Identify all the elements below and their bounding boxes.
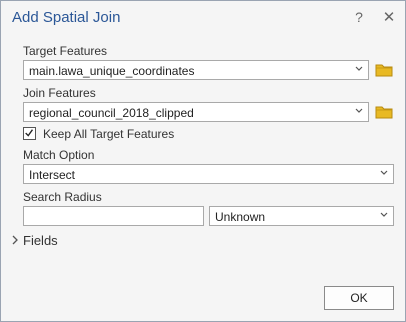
search-radius-unit-combo[interactable]: Unknown: [209, 206, 394, 226]
target-features-combo[interactable]: main.lawa_unique_coordinates: [23, 60, 369, 80]
join-features-value: regional_council_2018_clipped: [29, 106, 194, 120]
target-features-value: main.lawa_unique_coordinates: [29, 64, 195, 78]
folder-icon[interactable]: [375, 62, 393, 78]
join-features-combo[interactable]: regional_council_2018_clipped: [23, 102, 369, 122]
search-radius-input[interactable]: [23, 206, 204, 226]
help-button[interactable]: ?: [351, 9, 367, 25]
dialog-titlebar: Add Spatial Join ? ✕: [1, 1, 405, 35]
target-features-label: Target Features: [23, 44, 108, 58]
join-features-label: Join Features: [23, 86, 96, 100]
search-radius-label: Search Radius: [23, 190, 102, 204]
chevron-down-icon: [355, 108, 363, 113]
chevron-down-icon: [380, 170, 388, 175]
close-button[interactable]: ✕: [381, 8, 397, 26]
dialog-title: Add Spatial Join: [12, 9, 121, 26]
chevron-right-icon[interactable]: [10, 234, 20, 246]
chevron-down-icon: [355, 66, 363, 71]
folder-icon[interactable]: [375, 104, 393, 120]
ok-button[interactable]: OK: [324, 286, 394, 310]
match-option-label: Match Option: [23, 148, 95, 162]
keep-all-label: Keep All Target Features: [43, 127, 175, 141]
add-spatial-join-dialog: Add Spatial Join ? ✕ Target Features mai…: [0, 0, 406, 322]
checkmark-icon: [25, 129, 34, 137]
fields-section-label[interactable]: Fields: [23, 233, 58, 248]
match-option-value: Intersect: [29, 168, 76, 182]
chevron-down-icon: [380, 212, 388, 217]
match-option-combo[interactable]: Intersect: [23, 164, 394, 184]
search-radius-unit-value: Unknown: [215, 210, 266, 224]
keep-all-checkbox[interactable]: [23, 127, 36, 140]
